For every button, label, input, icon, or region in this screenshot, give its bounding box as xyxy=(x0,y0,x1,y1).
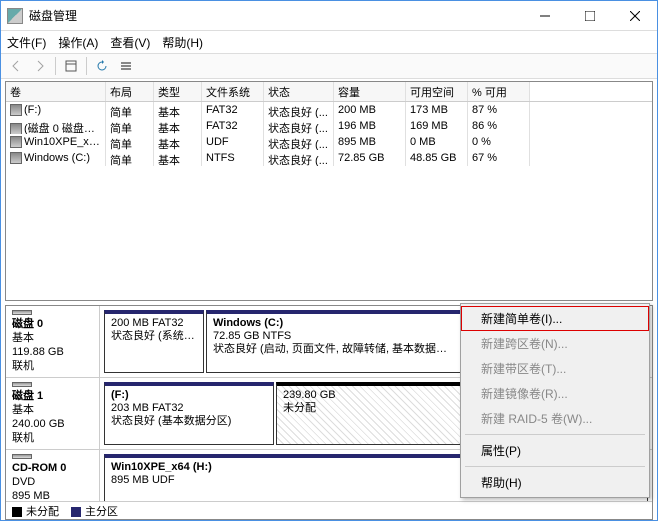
menu-new-simple-volume[interactable]: 新建简单卷(I)... xyxy=(461,306,649,331)
disk-info[interactable]: 磁盘 0基本119.88 GB联机 xyxy=(6,306,100,377)
toolbar xyxy=(1,53,657,79)
menu-file[interactable]: 文件(F) xyxy=(7,34,46,51)
close-button[interactable] xyxy=(612,1,657,31)
volume-row[interactable]: (磁盘 0 磁盘分区 1)简单基本FAT32状态良好 (...196 MB169… xyxy=(6,118,652,134)
menu-action[interactable]: 操作(A) xyxy=(58,34,98,51)
context-menu: 新建简单卷(I)... 新建跨区卷(N)... 新建带区卷(T)... 新建镜像… xyxy=(460,303,650,498)
toolbar-sep xyxy=(55,57,56,75)
col-free[interactable]: 可用空间 xyxy=(406,82,468,101)
menu-properties[interactable]: 属性(P) xyxy=(461,438,649,463)
toolbar-sep xyxy=(86,57,87,75)
disk-info[interactable]: CD-ROM 0DVD895 MB联机 xyxy=(6,450,100,501)
col-volume[interactable]: 卷 xyxy=(6,82,106,101)
volume-icon xyxy=(10,104,22,116)
disk-info[interactable]: 磁盘 1基本240.00 GB联机 xyxy=(6,378,100,449)
app-icon xyxy=(7,8,23,24)
legend-primary: 主分区 xyxy=(71,503,118,519)
menu-new-spanned-volume: 新建跨区卷(N)... xyxy=(461,331,649,356)
disk-icon xyxy=(12,310,32,315)
menu-new-striped-volume: 新建带区卷(T)... xyxy=(461,356,649,381)
app-title: 磁盘管理 xyxy=(29,7,522,24)
menu-new-raid5-volume: 新建 RAID-5 卷(W)... xyxy=(461,406,649,431)
volume-list[interactable]: 卷 布局 类型 文件系统 状态 容量 可用空间 % 可用 (F:)简单基本FAT… xyxy=(5,81,653,301)
menu-new-mirror-volume: 新建镜像卷(R)... xyxy=(461,381,649,406)
menu-view[interactable]: 查看(V) xyxy=(110,34,150,51)
refresh-button[interactable] xyxy=(91,55,113,77)
minimize-button[interactable] xyxy=(522,1,567,31)
col-fs[interactable]: 文件系统 xyxy=(202,82,264,101)
disk-icon xyxy=(12,454,32,459)
partition[interactable]: (F:)203 MB FAT32状态良好 (基本数据分区) xyxy=(104,382,274,445)
col-capacity[interactable]: 容量 xyxy=(334,82,406,101)
legend: 未分配 主分区 xyxy=(6,501,652,519)
col-status[interactable]: 状态 xyxy=(264,82,334,101)
menu-sep xyxy=(465,434,645,435)
menubar: 文件(F) 操作(A) 查看(V) 帮助(H) xyxy=(1,31,657,53)
forward-button[interactable] xyxy=(29,55,51,77)
col-type[interactable]: 类型 xyxy=(154,82,202,101)
settings-view-button[interactable] xyxy=(60,55,82,77)
volume-list-header: 卷 布局 类型 文件系统 状态 容量 可用空间 % 可用 xyxy=(6,82,652,102)
titlebar: 磁盘管理 xyxy=(1,1,657,31)
volume-icon xyxy=(10,136,22,148)
volume-row[interactable]: Windows (C:)简单基本NTFS状态良好 (...72.85 GB48.… xyxy=(6,150,652,166)
menu-help[interactable]: 帮助(H) xyxy=(461,470,649,495)
volume-row[interactable]: (F:)简单基本FAT32状态良好 (...200 MB173 MB87 % xyxy=(6,102,652,118)
back-button[interactable] xyxy=(5,55,27,77)
menu-sep xyxy=(465,466,645,467)
legend-unalloc: 未分配 xyxy=(12,503,59,519)
disk-icon xyxy=(12,382,32,387)
volume-icon xyxy=(10,123,22,134)
maximize-button[interactable] xyxy=(567,1,612,31)
partition[interactable]: 200 MB FAT32状态良好 (系统, … xyxy=(104,310,204,373)
volume-list-body: (F:)简单基本FAT32状态良好 (...200 MB173 MB87 %(磁… xyxy=(6,102,652,166)
list-button[interactable] xyxy=(115,55,137,77)
volume-row[interactable]: Win10XPE_x64 (H:)简单基本UDF状态良好 (...895 MB0… xyxy=(6,134,652,150)
col-layout[interactable]: 布局 xyxy=(106,82,154,101)
menu-help[interactable]: 帮助(H) xyxy=(162,34,203,51)
volume-icon xyxy=(10,152,22,164)
col-pct[interactable]: % 可用 xyxy=(468,82,530,101)
